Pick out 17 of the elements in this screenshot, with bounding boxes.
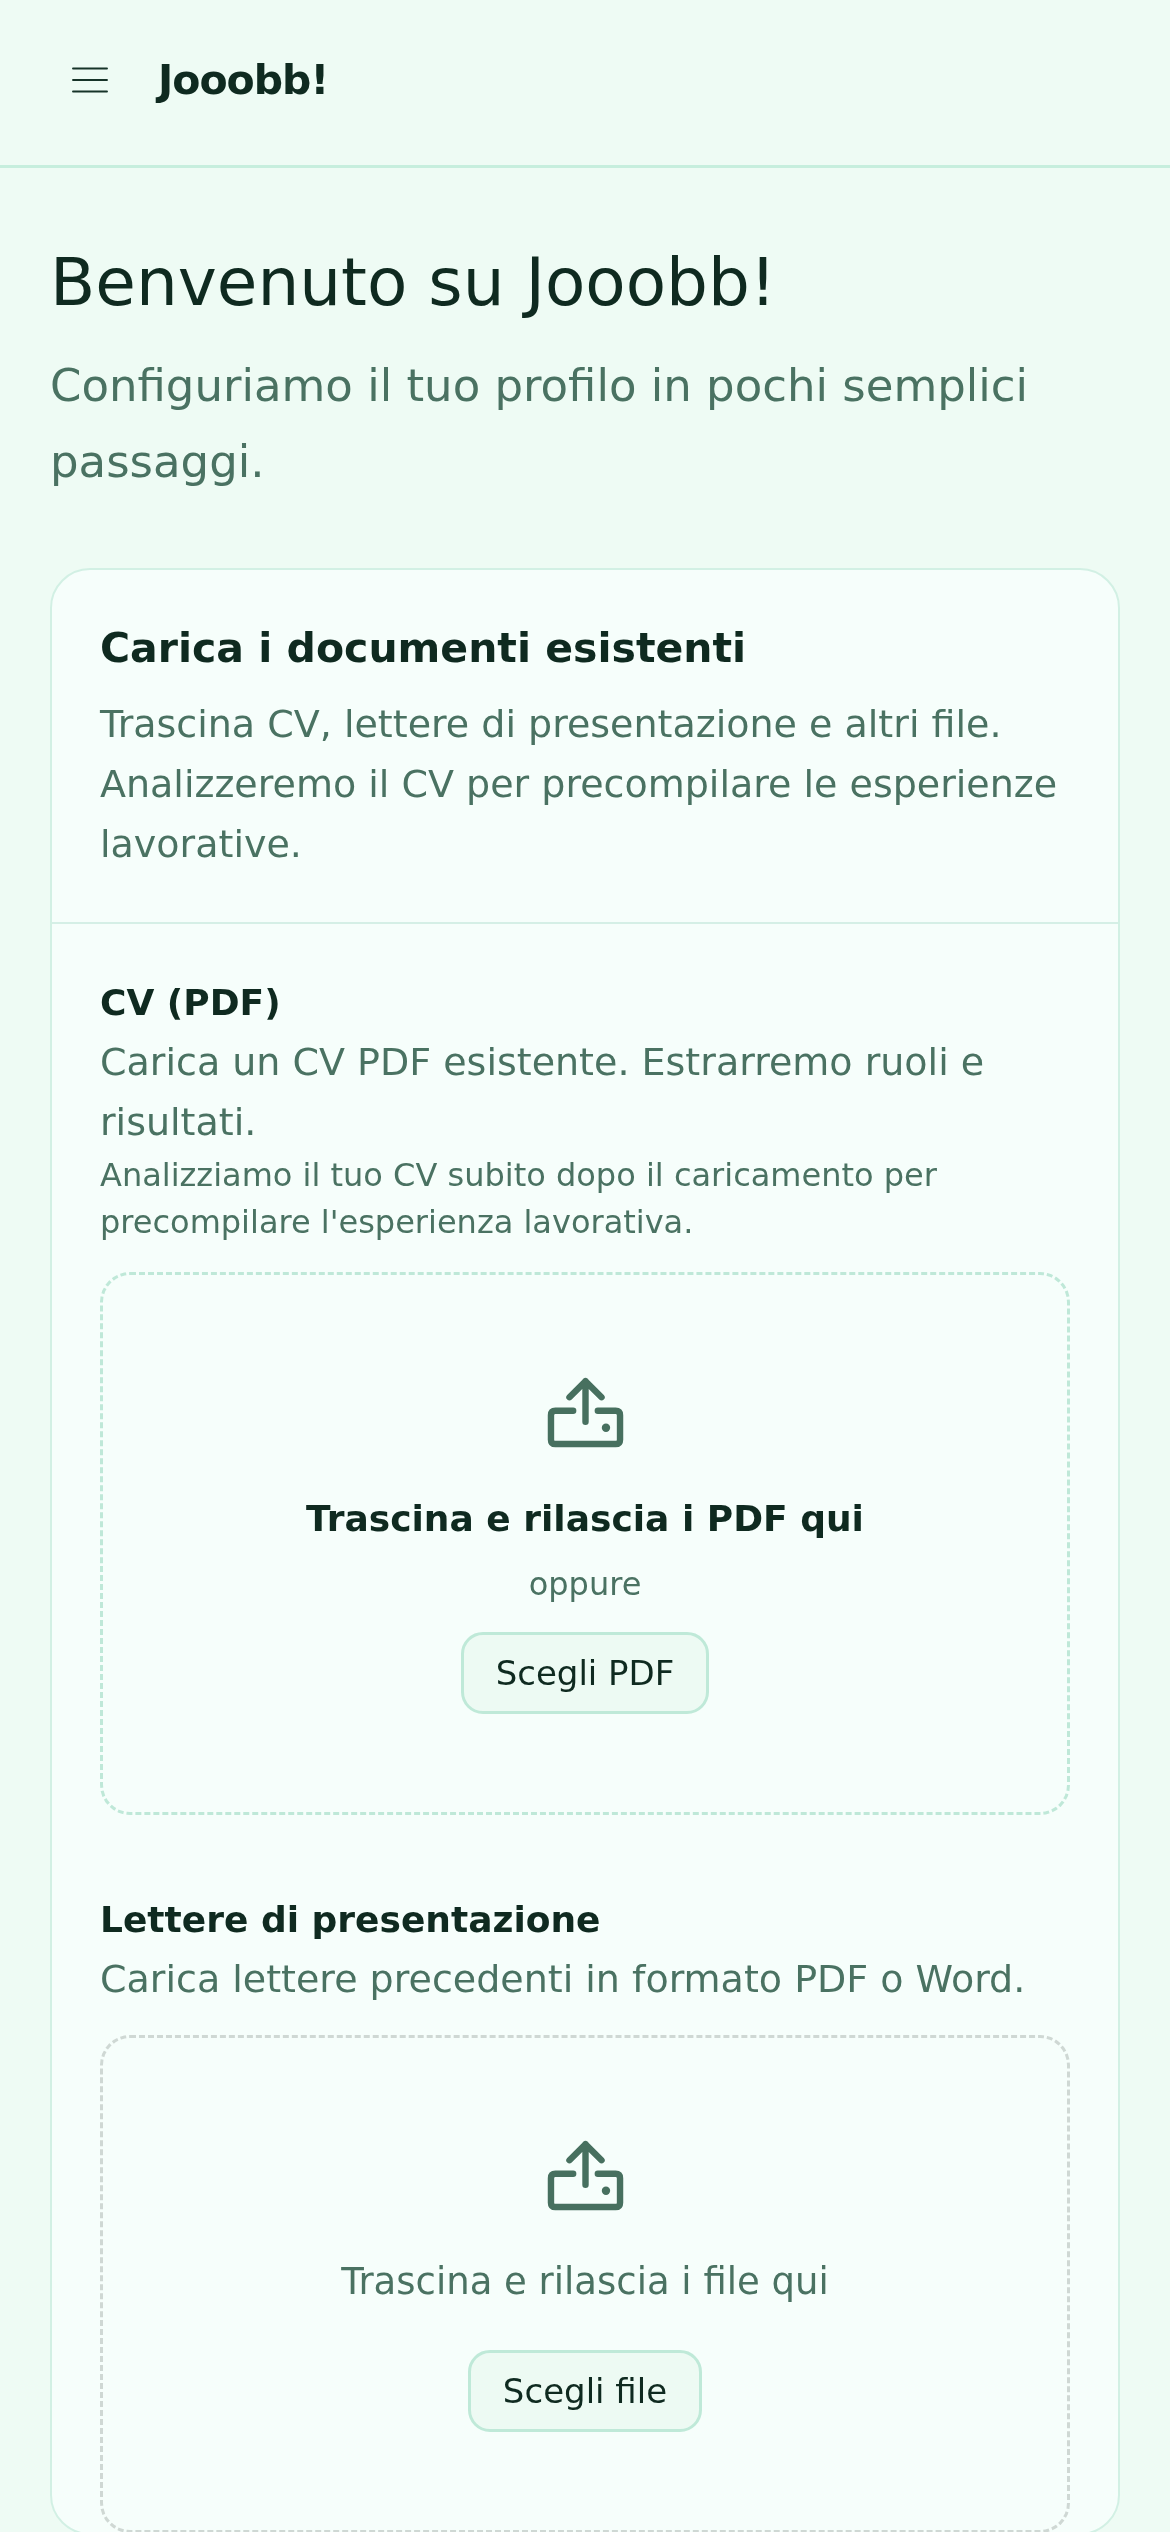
separator-text: oppure [528, 1564, 642, 1605]
page-subtitle: Configuriamo il tuo profilo in pochi semplici passaggi. [50, 358, 1030, 490]
choose-file-button[interactable]: Scegli PDF [460, 1632, 710, 1714]
dropzone-prompt: Trascina e rilascia i file qui [341, 2259, 829, 2305]
dropzone[interactable]: Trascina e rilascia i PDF qui oppure Scegli PDF [100, 1272, 1070, 1815]
choose-file-button[interactable]: Scegli file [467, 2350, 703, 2432]
card-title: Carica i documenti esistenti [100, 623, 748, 674]
menu-icon[interactable] [72, 66, 108, 93]
section-description: Carica lettere precedenti in formato PDF o Word. [100, 1956, 1027, 2003]
page-title: Benvenuto su Jooobb! [50, 243, 778, 323]
section-title: CV (PDF) [100, 981, 282, 1025]
dropzone-prompt: Trascina e rilascia i PDF qui [306, 1497, 864, 1541]
card-description: Trascina CV, lettere di presentazione e altri file. Analizzeremo il CV per precompilare le esperienze lavorative. [100, 701, 1059, 868]
section-title: Lettere di presentazione [100, 1898, 602, 1942]
dropzone[interactable]: Trascina e rilascia i file qui Scegli file [100, 2035, 1070, 2532]
section-note: Analizziamo il tuo CV subito dopo il caricamento per precompilare l'esperienza lavorativa. [100, 1155, 938, 1243]
section-description: Carica un CV PDF esistente. Estrarremo ruoli e risultati. [100, 1039, 986, 1146]
